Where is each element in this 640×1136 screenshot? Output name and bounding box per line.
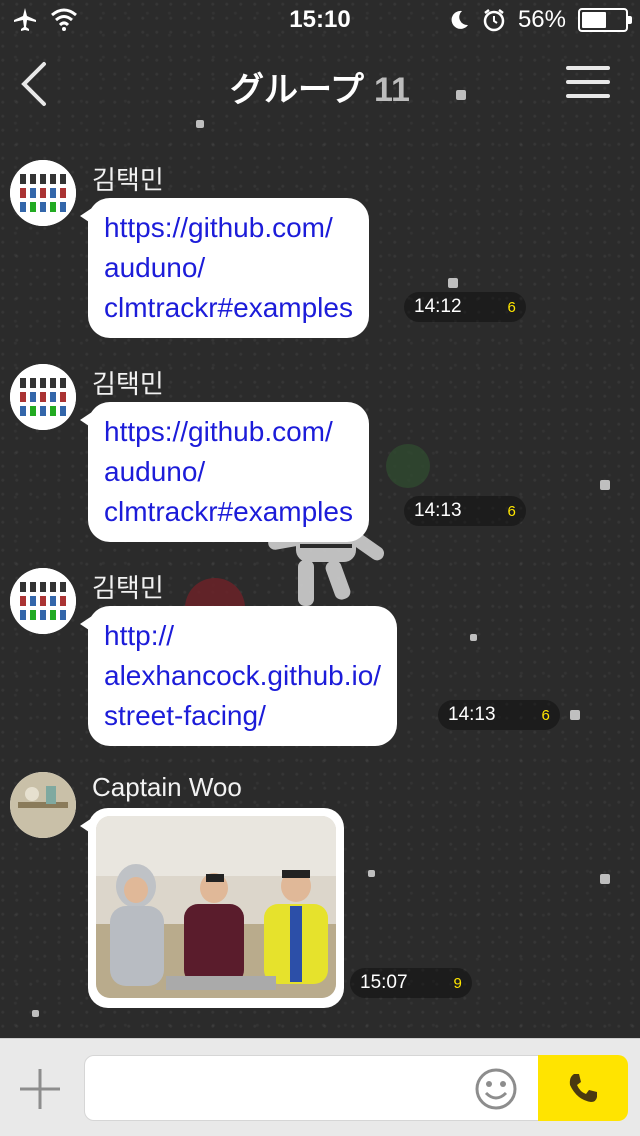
smiley-icon[interactable]: [474, 1067, 518, 1111]
background-star: [600, 874, 610, 884]
message-meta: 14:13 6: [438, 700, 560, 730]
call-button[interactable]: [538, 1055, 628, 1121]
message-bubble[interactable]: https://github.com/ auduno/ clmtrackr#ex…: [80, 402, 369, 542]
message-time: 15:07: [360, 972, 408, 993]
message-time: 14:13: [448, 704, 496, 725]
nav-bar: グループ 11: [0, 40, 640, 128]
battery-percent: 56%: [517, 6, 566, 33]
menu-line: [566, 80, 610, 84]
message-meta: 15:07 9: [350, 968, 472, 998]
group-name: グループ: [230, 71, 364, 109]
plus-icon[interactable]: [18, 1067, 62, 1111]
phone-icon: [569, 1074, 597, 1102]
photo-image[interactable]: [96, 816, 336, 998]
moon-icon: [451, 10, 468, 29]
message-meta: 14:12 6: [404, 292, 526, 322]
link-text[interactable]: https://github.com/: [104, 412, 353, 452]
link-text[interactable]: street-facing/: [104, 696, 381, 736]
message-bubble[interactable]: http:// alexhancock.github.io/ street-fa…: [79, 606, 398, 746]
link-text[interactable]: clmtrackr#examples: [104, 288, 353, 328]
sender-name: Captain Woo: [92, 772, 242, 802]
link-text[interactable]: auduno/: [104, 248, 353, 288]
background-star: [470, 634, 477, 641]
battery-level: [582, 12, 606, 28]
sender-name: 김택민: [92, 369, 164, 399]
unread-count: 9: [453, 974, 462, 992]
message-input[interactable]: [84, 1055, 540, 1121]
message-meta: 14:13 6: [404, 496, 526, 526]
menu-line: [566, 66, 610, 70]
background-planet: [386, 444, 430, 488]
unread-count: 6: [541, 706, 550, 724]
background-star: [32, 1010, 39, 1017]
sender-name: 김택민: [92, 573, 164, 603]
avatar[interactable]: [10, 364, 76, 430]
unread-count: 6: [507, 298, 516, 316]
photo-message[interactable]: [80, 808, 344, 1008]
link-text[interactable]: http://: [104, 616, 381, 656]
chat-title: グループ 11: [0, 62, 640, 111]
menu-line: [566, 94, 610, 98]
background-star: [570, 710, 580, 720]
message-input-bar: [0, 1038, 640, 1136]
alarm-icon: [483, 9, 505, 32]
link-text[interactable]: https://github.com/: [104, 208, 353, 248]
avatar[interactable]: [10, 160, 76, 226]
sender-name: 김택민: [92, 165, 164, 195]
hamburger-menu-icon[interactable]: [566, 66, 610, 100]
avatar[interactable]: [10, 568, 76, 634]
link-text[interactable]: auduno/: [104, 452, 353, 492]
member-count: 11: [374, 71, 410, 109]
unread-count: 6: [507, 502, 516, 520]
battery-icon: [578, 8, 632, 32]
link-text[interactable]: alexhancock.github.io/: [104, 656, 381, 696]
link-text[interactable]: clmtrackr#examples: [104, 492, 353, 532]
message-bubble[interactable]: https://github.com/ auduno/ clmtrackr#ex…: [80, 198, 369, 338]
background-star: [368, 870, 375, 877]
message-time: 14:13: [414, 500, 462, 521]
background-star: [600, 480, 610, 490]
message-time: 14:12: [414, 296, 462, 317]
avatar[interactable]: [10, 772, 76, 838]
background-star: [448, 278, 458, 288]
status-bar: 15:10 56%: [0, 0, 640, 40]
